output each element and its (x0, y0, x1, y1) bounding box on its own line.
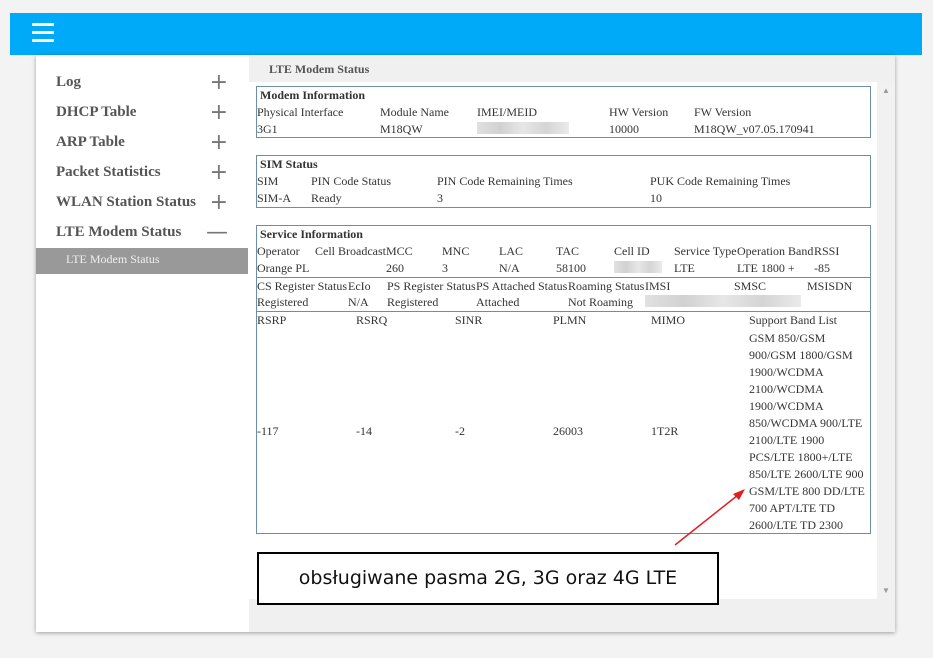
arrow-line (674, 494, 739, 546)
annotation-box: obsługiwane pasma 2G, 3G oraz 4G LTE (257, 552, 719, 605)
